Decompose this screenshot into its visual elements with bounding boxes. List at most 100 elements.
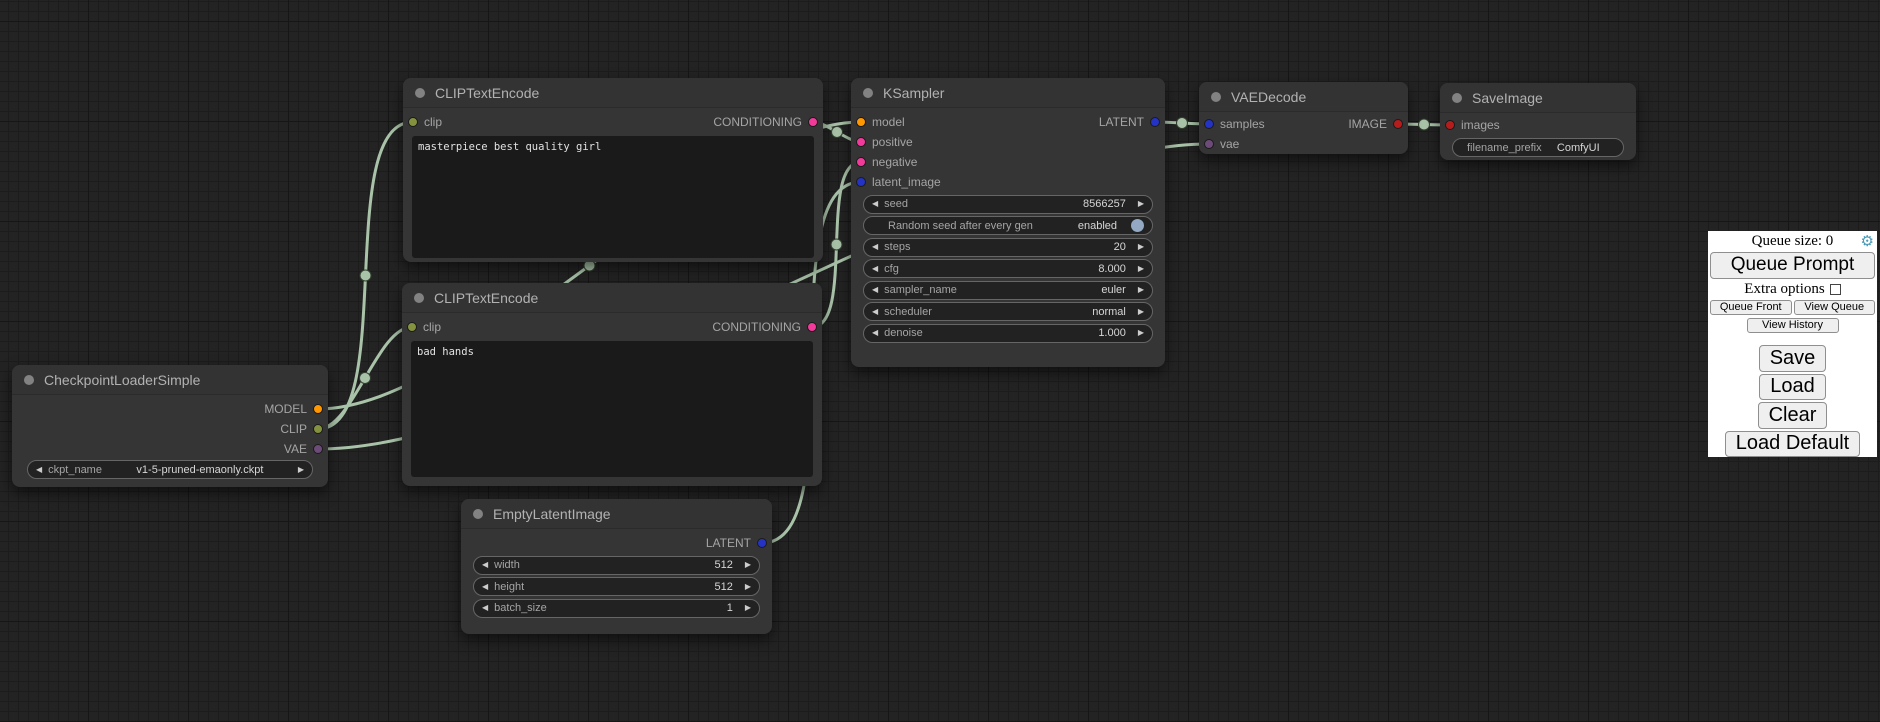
widget-value[interactable]: 20 (916, 241, 1131, 253)
left-arrow-icon[interactable]: ◀ (872, 265, 878, 273)
cfg-widget[interactable]: ◀ cfg 8.000 ▶ (863, 259, 1153, 278)
node-collapse-dot-icon[interactable] (473, 509, 483, 519)
vae-input-port[interactable] (1204, 139, 1214, 149)
node-title-bar[interactable]: EmptyLatentImage (461, 499, 772, 529)
left-arrow-icon[interactable]: ◀ (872, 243, 878, 251)
view-history-button[interactable]: View History (1747, 318, 1839, 334)
scheduler-widget[interactable]: ◀ scheduler normal ▶ (863, 302, 1153, 321)
model-input-port[interactable] (856, 117, 866, 127)
node-title-bar[interactable]: VAEDecode (1199, 82, 1408, 112)
left-arrow-icon[interactable]: ◀ (872, 308, 878, 316)
latent-image-input-port[interactable] (856, 177, 866, 187)
right-arrow-icon[interactable]: ▶ (1138, 286, 1144, 294)
extra-options-checkbox[interactable] (1830, 284, 1841, 295)
right-arrow-icon[interactable]: ▶ (1138, 200, 1144, 208)
load-button[interactable]: Load (1759, 374, 1826, 400)
batch-size-widget[interactable]: ◀ batch_size 1 ▶ (473, 599, 760, 618)
right-arrow-icon[interactable]: ▶ (745, 604, 751, 612)
output-label: VAE (284, 442, 307, 456)
model-output-port[interactable] (313, 404, 323, 414)
node-title-bar[interactable]: CLIPTextEncode (402, 283, 822, 313)
widget-value[interactable]: v1-5-pruned-emaonly.ckpt (108, 464, 292, 476)
widget-label: filename_prefix (1467, 142, 1542, 154)
toggle-circle-icon[interactable] (1131, 219, 1144, 232)
conditioning-output-port[interactable] (807, 322, 817, 332)
widget-value[interactable]: 1 (553, 602, 739, 614)
node-checkpoint-loader-simple: CheckpointLoaderSimple MODEL CLIP VAE ◀ … (12, 365, 328, 487)
view-queue-button[interactable]: View Queue (1794, 300, 1876, 315)
random-seed-toggle-widget[interactable]: Random seed after every gen enabled (863, 216, 1153, 235)
output-label: MODEL (264, 402, 307, 416)
port-row: latent_image (851, 172, 1165, 192)
node-collapse-dot-icon[interactable] (1211, 92, 1221, 102)
width-widget[interactable]: ◀ width 512 ▶ (473, 556, 760, 575)
save-button[interactable]: Save (1759, 345, 1827, 371)
node-collapse-dot-icon[interactable] (1452, 93, 1462, 103)
queue-menu-panel: Queue size: 0 ⚙ Queue Prompt Extra optio… (1708, 231, 1877, 457)
denoise-widget[interactable]: ◀ denoise 1.000 ▶ (863, 324, 1153, 343)
filename-prefix-widget[interactable]: filename_prefix ComfyUI (1452, 138, 1624, 157)
right-arrow-icon[interactable]: ▶ (298, 466, 304, 474)
node-collapse-dot-icon[interactable] (414, 293, 424, 303)
widget-value[interactable]: ComfyUI (1548, 142, 1609, 154)
widget-value[interactable]: 1.000 (929, 327, 1132, 339)
sampler-name-widget[interactable]: ◀ sampler_name euler ▶ (863, 281, 1153, 300)
latent-output-port[interactable] (1150, 117, 1160, 127)
widget-value[interactable]: 8.000 (905, 263, 1132, 275)
node-title-bar[interactable]: CLIPTextEncode (403, 78, 823, 108)
node-title-bar[interactable]: CheckpointLoaderSimple (12, 365, 328, 395)
right-arrow-icon[interactable]: ▶ (745, 561, 751, 569)
steps-widget[interactable]: ◀ steps 20 ▶ (863, 238, 1153, 257)
node-vae-decode: VAEDecode samples IMAGE vae (1199, 82, 1408, 154)
vae-output-port[interactable] (313, 444, 323, 454)
image-output-port[interactable] (1393, 119, 1403, 129)
ckpt-name-widget[interactable]: ◀ ckpt_name v1-5-pruned-emaonly.ckpt ▶ (27, 460, 313, 479)
node-title-bar[interactable]: SaveImage (1440, 83, 1636, 113)
right-arrow-icon[interactable]: ▶ (1138, 329, 1144, 337)
images-input-port[interactable] (1445, 120, 1455, 130)
node-title-bar[interactable]: KSampler (851, 78, 1165, 108)
seed-widget[interactable]: ◀ seed 8566257 ▶ (863, 195, 1153, 214)
samples-input-port[interactable] (1204, 119, 1214, 129)
clip-input-port[interactable] (408, 117, 418, 127)
conditioning-output-port[interactable] (808, 117, 818, 127)
left-arrow-icon[interactable]: ◀ (482, 604, 488, 612)
left-arrow-icon[interactable]: ◀ (872, 329, 878, 337)
positive-prompt-textarea[interactable]: masterpiece best quality girl (412, 136, 814, 258)
node-collapse-dot-icon[interactable] (415, 88, 425, 98)
comfyui-canvas[interactable]: { "icons": { "left_arrow": "◀", "right_a… (0, 0, 1880, 722)
load-default-button[interactable]: Load Default (1725, 431, 1860, 457)
input-label: samples (1220, 117, 1265, 131)
left-arrow-icon[interactable]: ◀ (36, 466, 42, 474)
node-collapse-dot-icon[interactable] (24, 375, 34, 385)
positive-input-port[interactable] (856, 137, 866, 147)
clear-button[interactable]: Clear (1758, 402, 1828, 428)
widget-value[interactable]: euler (963, 284, 1132, 296)
queue-prompt-button[interactable]: Queue Prompt (1710, 252, 1875, 279)
node-collapse-dot-icon[interactable] (863, 88, 873, 98)
right-arrow-icon[interactable]: ▶ (1138, 243, 1144, 251)
widget-label: width (494, 559, 520, 571)
widget-value[interactable]: 512 (526, 559, 739, 571)
right-arrow-icon[interactable]: ▶ (1138, 308, 1144, 316)
settings-gear-icon[interactable]: ⚙ (1861, 232, 1874, 250)
height-widget[interactable]: ◀ height 512 ▶ (473, 577, 760, 596)
right-arrow-icon[interactable]: ▶ (1138, 265, 1144, 273)
clip-input-port[interactable] (407, 322, 417, 332)
output-label: CONDITIONING (713, 115, 802, 129)
input-label: images (1461, 118, 1500, 132)
latent-output-port[interactable] (757, 538, 767, 548)
widget-value[interactable]: 512 (530, 581, 739, 593)
left-arrow-icon[interactable]: ◀ (482, 583, 488, 591)
left-arrow-icon[interactable]: ◀ (482, 561, 488, 569)
negative-input-port[interactable] (856, 157, 866, 167)
input-label: clip (423, 320, 441, 334)
queue-front-button[interactable]: Queue Front (1710, 300, 1792, 315)
widget-value[interactable]: normal (938, 306, 1132, 318)
negative-prompt-textarea[interactable]: bad hands (411, 341, 813, 477)
left-arrow-icon[interactable]: ◀ (872, 200, 878, 208)
right-arrow-icon[interactable]: ▶ (745, 583, 751, 591)
left-arrow-icon[interactable]: ◀ (872, 286, 878, 294)
widget-value[interactable]: 8566257 (914, 198, 1132, 210)
clip-output-port[interactable] (313, 424, 323, 434)
